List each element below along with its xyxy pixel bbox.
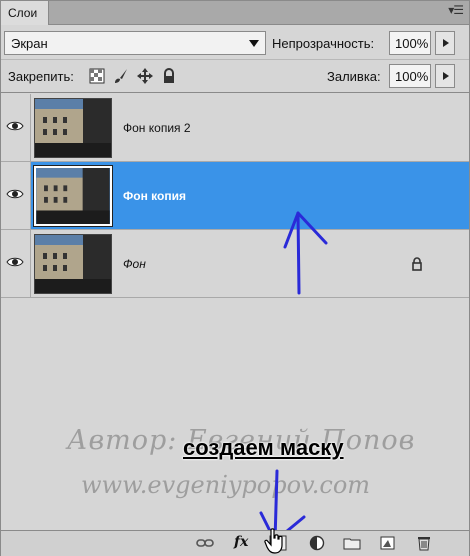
new-group-folder-icon[interactable] xyxy=(343,535,361,551)
new-layer-icon[interactable] xyxy=(379,535,397,551)
arrow-up-head xyxy=(283,211,328,249)
layer-style-fx-icon[interactable]: fx xyxy=(234,534,248,550)
trash-icon[interactable] xyxy=(415,535,433,551)
hand-cursor-icon xyxy=(264,528,283,554)
adjustment-layer-icon[interactable] xyxy=(308,535,326,551)
annotation-arrows xyxy=(259,211,328,543)
link-layers-icon[interactable] xyxy=(196,535,214,551)
layers-panel: Слои ▾☰ Экран Непрозрачность: 100% Закре… xyxy=(0,0,470,556)
layers-bottom-bar: fx xyxy=(1,530,469,556)
arrow-up-annotation xyxy=(296,211,301,295)
